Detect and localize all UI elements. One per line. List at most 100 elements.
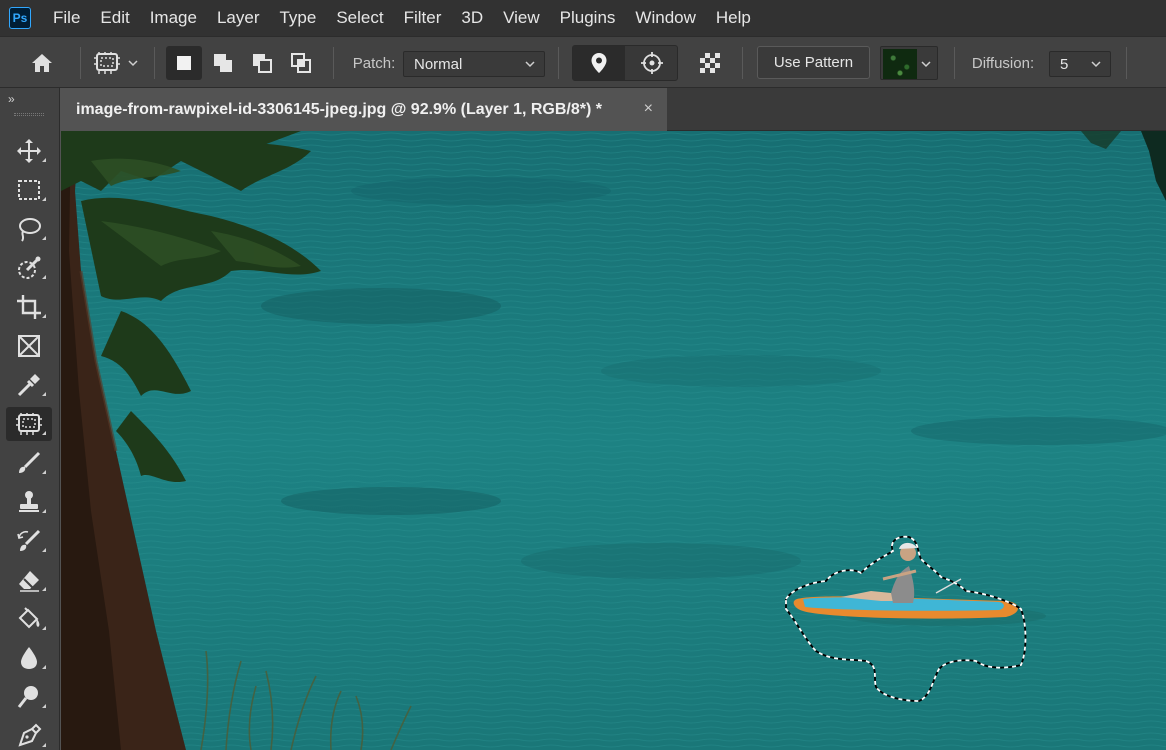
dodge-icon — [17, 686, 38, 708]
dodge-tool[interactable] — [6, 680, 52, 714]
blur-tool[interactable] — [6, 641, 52, 675]
pen-tool[interactable] — [6, 719, 52, 750]
document-canvas[interactable] — [61, 131, 1166, 750]
eraser-tool[interactable] — [6, 563, 52, 597]
patch-tool-icon — [94, 52, 120, 74]
move-tool[interactable] — [6, 134, 52, 168]
menu-plugins[interactable]: Plugins — [550, 0, 626, 36]
menu-3d[interactable]: 3D — [451, 0, 493, 36]
move-icon — [17, 139, 41, 163]
separator — [333, 47, 334, 79]
tool-group-indicator — [42, 470, 46, 474]
new-selection-button[interactable] — [166, 46, 202, 80]
clone-stamp-tool[interactable] — [6, 485, 52, 519]
frame-icon — [18, 335, 40, 357]
menu-filter[interactable]: Filter — [394, 0, 452, 36]
patch-source-destination-group — [572, 45, 678, 81]
patch-mode-value: Normal — [414, 55, 463, 73]
tool-group-indicator — [42, 275, 46, 279]
menu-image[interactable]: Image — [140, 0, 207, 36]
brush-icon — [19, 451, 41, 473]
separator — [954, 47, 955, 79]
subtract-from-selection-button[interactable] — [244, 46, 280, 80]
patch-label: Patch: — [352, 54, 396, 72]
subtract-from-selection-icon — [253, 54, 272, 73]
history-brush-icon — [17, 529, 41, 551]
panel-grip[interactable] — [14, 113, 44, 116]
menu-type[interactable]: Type — [269, 0, 326, 36]
separator — [80, 47, 81, 79]
canvas-image — [61, 131, 1166, 750]
brush-tool[interactable] — [6, 446, 52, 480]
eyedropper-tool[interactable] — [6, 368, 52, 402]
tool-group-indicator — [42, 587, 46, 591]
lasso-tool[interactable] — [6, 212, 52, 246]
tools-panel: » — [0, 88, 60, 750]
collapse-panel-button[interactable]: » — [8, 92, 15, 106]
pattern-thumbnail — [883, 49, 917, 79]
location-pin-icon — [591, 53, 607, 73]
close-document-icon[interactable]: × — [644, 100, 653, 118]
add-to-selection-button[interactable] — [205, 46, 241, 80]
menu-window[interactable]: Window — [625, 0, 705, 36]
menu-select[interactable]: Select — [326, 0, 393, 36]
frame-tool[interactable] — [6, 329, 52, 363]
separator — [1126, 47, 1127, 79]
lasso-icon — [19, 218, 41, 242]
tool-preset-picker[interactable] — [88, 37, 144, 89]
diffusion-value: 5 — [1060, 55, 1069, 73]
transparency-checker-icon — [700, 53, 720, 73]
pattern-picker[interactable] — [880, 46, 938, 80]
diffusion-label: Diffusion: — [971, 54, 1035, 72]
blur-drop-icon — [21, 647, 37, 669]
eyedropper-icon — [17, 374, 40, 397]
paint-bucket-tool[interactable] — [6, 602, 52, 636]
crop-tool[interactable] — [6, 290, 52, 324]
eraser-icon — [19, 571, 39, 592]
patch-mode-dropdown[interactable]: Normal — [403, 51, 545, 77]
menu-file[interactable]: File — [43, 0, 90, 36]
document-tab-bar: image-from-rawpixel-id-3306145-jpeg.jpg … — [61, 88, 1166, 131]
add-to-selection-icon — [214, 54, 232, 72]
paint-bucket-icon — [18, 607, 40, 629]
intersect-with-selection-button[interactable] — [283, 46, 319, 80]
intersect-selection-icon — [291, 53, 311, 73]
rectangular-marquee-tool[interactable] — [6, 173, 52, 207]
home-icon — [32, 54, 52, 72]
menu-layer[interactable]: Layer — [207, 0, 270, 36]
destination-button[interactable] — [626, 46, 678, 80]
tool-group-indicator — [42, 236, 46, 240]
separator — [154, 47, 155, 79]
patch-tool[interactable] — [6, 407, 52, 441]
marquee-icon — [18, 180, 40, 200]
options-bar: Patch: Normal Use Pattern Diffusion: 5 — [0, 36, 1166, 88]
chevron-down-icon — [921, 61, 931, 68]
tool-group-indicator — [42, 626, 46, 630]
separator — [558, 47, 559, 79]
crosshair-target-icon — [641, 52, 663, 74]
diffusion-dropdown[interactable]: 5 — [1049, 51, 1111, 77]
menu-help[interactable]: Help — [706, 0, 761, 36]
home-button[interactable] — [24, 37, 60, 89]
menu-edit[interactable]: Edit — [90, 0, 139, 36]
source-button[interactable] — [573, 46, 625, 80]
quick-selection-tool[interactable] — [6, 251, 52, 285]
use-pattern-button[interactable]: Use Pattern — [757, 46, 870, 79]
crop-icon — [17, 295, 41, 319]
new-selection-icon — [177, 56, 191, 70]
menu-bar: Ps File Edit Image Layer Type Select Fil… — [0, 0, 1166, 36]
photoshop-logo[interactable]: Ps — [9, 7, 31, 29]
stamp-icon — [19, 491, 39, 512]
transparent-toggle[interactable] — [692, 37, 728, 89]
menu-view[interactable]: View — [493, 0, 550, 36]
tool-group-indicator — [42, 548, 46, 552]
chevron-down-icon — [128, 60, 138, 67]
tool-group-indicator — [42, 431, 46, 435]
tool-group-indicator — [42, 704, 46, 708]
document-title: image-from-rawpixel-id-3306145-jpeg.jpg … — [76, 100, 602, 118]
document-tab[interactable]: image-from-rawpixel-id-3306145-jpeg.jpg … — [61, 88, 667, 131]
history-brush-tool[interactable] — [6, 524, 52, 558]
quick-selection-icon — [18, 256, 41, 279]
separator — [742, 47, 743, 79]
chevron-down-icon — [525, 61, 535, 68]
